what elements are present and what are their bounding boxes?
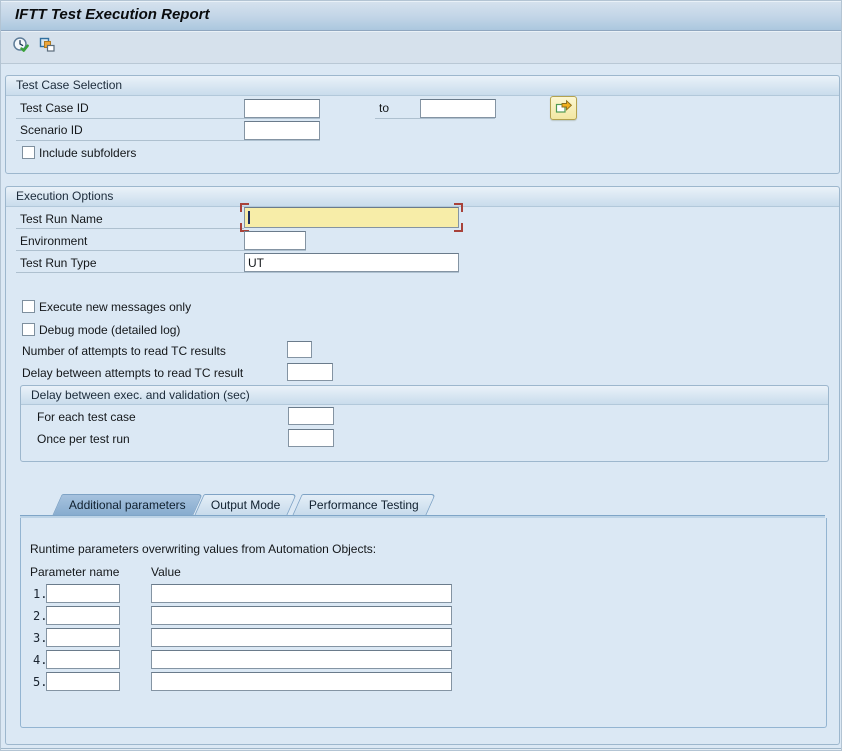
title-bar: IFTT Test Execution Report: [1, 1, 842, 31]
focus-corner: [454, 223, 463, 232]
parameter-value-input-3[interactable]: [151, 628, 452, 647]
environment-input[interactable]: [244, 231, 306, 250]
attempts-label: Number of attempts to read TC results: [22, 344, 226, 358]
environment-label: Environment: [20, 234, 87, 248]
tab-panel-additional-parameters: Runtime parameters overwriting values fr…: [20, 518, 827, 728]
row-divider: [16, 140, 320, 141]
tab-additional-parameters[interactable]: Additional parameters: [52, 494, 203, 516]
row-divider: [16, 250, 306, 251]
test-run-type-label: Test Run Type: [20, 256, 97, 270]
delay-attempts-input[interactable]: [287, 363, 333, 381]
for-each-test-case-label: For each test case: [37, 410, 136, 424]
debug-mode-label: Debug mode (detailed log): [39, 323, 180, 337]
runtime-parameters-description: Runtime parameters overwriting values fr…: [30, 542, 376, 556]
parameter-value-input-4[interactable]: [151, 650, 452, 669]
tab-label: Additional parameters: [58, 495, 197, 515]
for-each-test-case-input[interactable]: [288, 407, 334, 425]
focus-corner: [454, 203, 463, 212]
get-variant-icon: [38, 36, 57, 58]
parameter-name-input-2[interactable]: [46, 606, 120, 625]
row-divider: [375, 118, 495, 119]
group-title: Delay between exec. and validation (sec): [31, 388, 250, 402]
test-case-id-input[interactable]: [244, 99, 320, 118]
group-delay-validation: Delay between exec. and validation (sec)…: [20, 385, 829, 462]
group-header: Delay between exec. and validation (sec): [21, 386, 828, 405]
group-title: Execution Options: [16, 189, 113, 203]
test-run-name-focus-frame: [244, 207, 459, 228]
parameter-name-input-1[interactable]: [46, 584, 120, 603]
once-per-test-run-input[interactable]: [288, 429, 334, 447]
parameter-name-input-5[interactable]: [46, 672, 120, 691]
group-execution-options: Execution Options Test Run Name Environm…: [5, 186, 840, 745]
page-title: IFTT Test Execution Report: [15, 6, 209, 23]
get-variant-button[interactable]: [35, 35, 59, 59]
parameter-value-input-1[interactable]: [151, 584, 452, 603]
multiple-selection-icon: [554, 98, 573, 118]
group-title: Test Case Selection: [16, 78, 122, 92]
attempts-input[interactable]: [287, 341, 312, 358]
debug-mode-checkbox[interactable]: [22, 323, 35, 336]
tab-label: Output Mode: [200, 495, 291, 515]
test-case-id-label: Test Case ID: [20, 101, 89, 115]
multiple-selection-button[interactable]: [550, 96, 577, 120]
row-divider: [16, 272, 459, 273]
parameter-name-header: Parameter name: [30, 565, 119, 579]
test-run-type-input[interactable]: [244, 253, 459, 272]
test-run-name-label: Test Run Name: [20, 212, 103, 226]
once-per-test-run-label: Once per test run: [37, 432, 130, 446]
row-divider: [16, 228, 244, 229]
parameter-value-input-2[interactable]: [151, 606, 452, 625]
test-case-id-to-input[interactable]: [420, 99, 496, 118]
include-subfolders-label: Include subfolders: [39, 146, 136, 160]
tab-performance-testing[interactable]: Performance Testing: [292, 494, 436, 516]
delay-attempts-label: Delay between attempts to read TC result: [22, 366, 243, 380]
parameter-name-input-4[interactable]: [46, 650, 120, 669]
execute-new-messages-label: Execute new messages only: [39, 300, 191, 314]
execute-button[interactable]: [9, 35, 33, 59]
test-run-name-input[interactable]: [244, 207, 459, 228]
tab-output-mode[interactable]: Output Mode: [194, 494, 297, 516]
execute-icon: [12, 36, 31, 58]
group-test-case-selection: Test Case Selection Test Case ID to Scen…: [5, 75, 840, 174]
application-toolbar: [1, 31, 842, 64]
sap-window: IFTT Test Execution Report: [0, 0, 842, 751]
scenario-id-input[interactable]: [244, 121, 320, 140]
group-header: Execution Options: [6, 187, 839, 207]
value-header: Value: [151, 565, 181, 579]
to-label: to: [379, 101, 389, 115]
group-header: Test Case Selection: [6, 76, 839, 96]
focus-corner: [240, 203, 249, 212]
scenario-id-label: Scenario ID: [20, 123, 83, 137]
parameter-name-input-3[interactable]: [46, 628, 120, 647]
execute-new-messages-checkbox[interactable]: [22, 300, 35, 313]
parameter-value-input-5[interactable]: [151, 672, 452, 691]
include-subfolders-checkbox[interactable]: [22, 146, 35, 159]
tab-label: Performance Testing: [298, 495, 430, 515]
row-divider: [16, 118, 320, 119]
